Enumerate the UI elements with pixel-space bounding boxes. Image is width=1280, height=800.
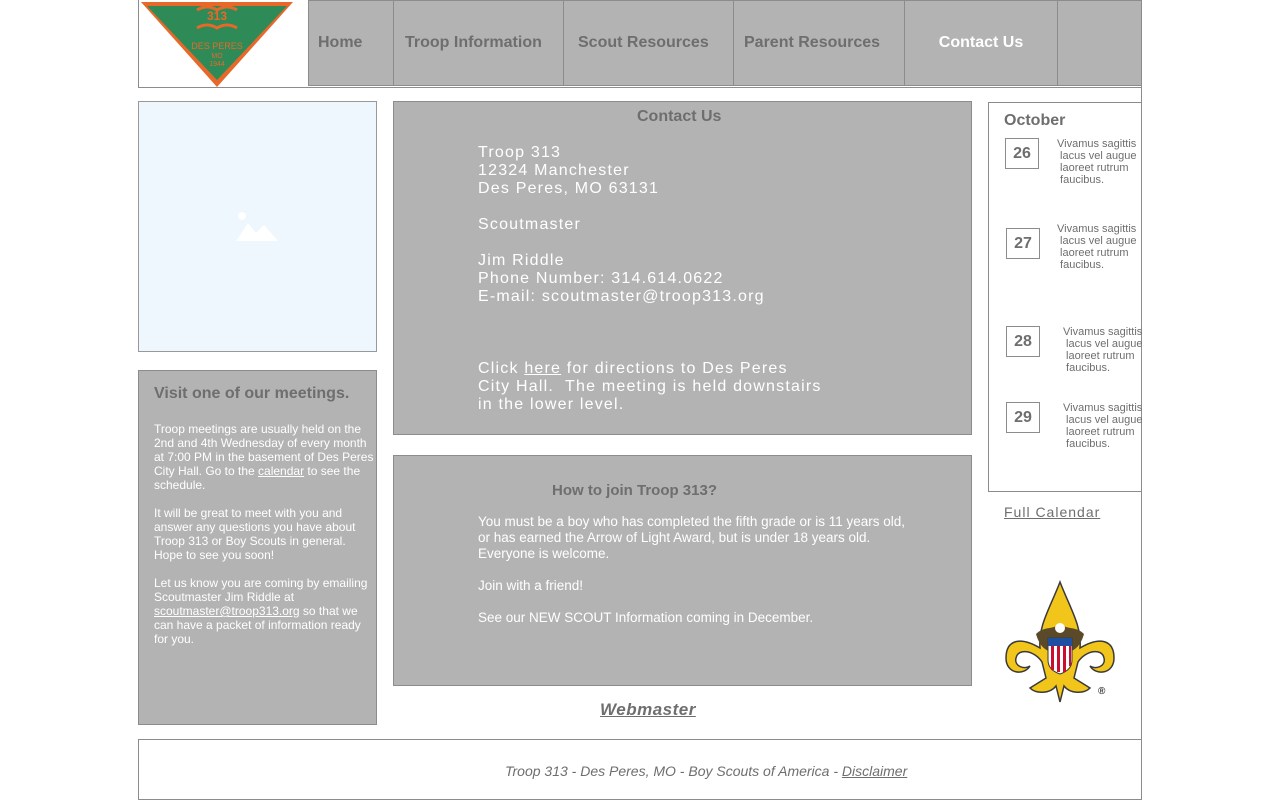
meetings-paragraph-3: Let us know you are coming by emailing S… [154, 576, 368, 646]
troop-logo[interactable]: 313 DES PERES MO 1944 [139, 0, 309, 88]
calendar-day[interactable]: 29 [1006, 402, 1040, 433]
join-panel: How to join Troop 313? You must be a boy… [393, 455, 972, 686]
image-placeholder [138, 101, 377, 352]
nav-empty [1058, 1, 1141, 85]
meetings-paragraph-2: It will be great to meet with you and an… [154, 506, 356, 562]
contact-details: Troop 313 12324 Manchester Des Peres, MO… [478, 144, 822, 413]
svg-text:MO: MO [211, 53, 223, 60]
nav-home[interactable]: Home [309, 1, 394, 85]
calendar-event-text: Vivamus sagittis lacus vel augue laoreet… [1063, 326, 1142, 374]
contact-title: Contact Us [637, 108, 722, 125]
contact-panel: Contact Us Troop 313 12324 Manchester De… [393, 101, 972, 435]
meetings-panel: Visit one of our meetings. Troop meeting… [138, 370, 377, 725]
calendar-event-text: Vivamus sagittis lacus vel augue laoreet… [1063, 402, 1142, 450]
calendar-month: October [1004, 112, 1066, 129]
join-paragraph-1: You must be a boy who has completed the … [478, 514, 906, 561]
calendar-panel: October 26 Vivamus sagittis lacus vel au… [988, 102, 1142, 492]
svg-text:®: ® [1098, 686, 1106, 697]
image-icon [235, 211, 278, 241]
footer-text: Troop 313 - Des Peres, MO - Boy Scouts o… [505, 763, 908, 779]
frame-left-top [138, 0, 139, 88]
directions-link[interactable]: here [524, 360, 561, 377]
join-title: How to join Troop 313? [552, 482, 717, 499]
main-nav: Home Troop Information Scout Resources P… [308, 0, 1142, 86]
footer: Troop 313 - Des Peres, MO - Boy Scouts o… [138, 739, 1142, 800]
calendar-event-text: Vivamus sagittis lacus vel augue laoreet… [1057, 223, 1137, 271]
meetings-title: Visit one of our meetings. [154, 385, 350, 402]
nav-contact-us[interactable]: Contact Us [905, 1, 1058, 85]
calendar-day[interactable]: 27 [1006, 228, 1040, 259]
join-details: You must be a boy who has completed the … [478, 514, 918, 642]
join-paragraph-3: See our NEW SCOUT Information coming in … [478, 610, 814, 625]
calendar-day[interactable]: 28 [1006, 326, 1040, 357]
join-paragraph-2: Join with a friend! [478, 578, 584, 593]
nav-troop-information[interactable]: Troop Information [394, 1, 564, 85]
scoutmaster-email-link[interactable]: scoutmaster@troop313.org [154, 604, 300, 618]
header-divider [138, 87, 1142, 88]
nav-parent-resources[interactable]: Parent Resources [734, 1, 905, 85]
nav-scout-resources[interactable]: Scout Resources [564, 1, 734, 85]
svg-text:DES PERES: DES PERES [191, 41, 243, 51]
webmaster-link[interactable]: Webmaster [600, 700, 696, 720]
bsa-emblem: ® [1000, 578, 1120, 708]
svg-text:1944: 1944 [209, 61, 225, 68]
disclaimer-link[interactable]: Disclaimer [842, 763, 907, 779]
full-calendar-link[interactable]: Full Calendar [1004, 504, 1100, 520]
meetings-paragraph-1: Troop meetings are usually held on the 2… [154, 422, 374, 492]
calendar-link[interactable]: calendar [258, 464, 304, 478]
calendar-day[interactable]: 26 [1005, 138, 1039, 169]
calendar-event-text: Vivamus sagittis lacus vel augue laoreet… [1057, 138, 1137, 186]
